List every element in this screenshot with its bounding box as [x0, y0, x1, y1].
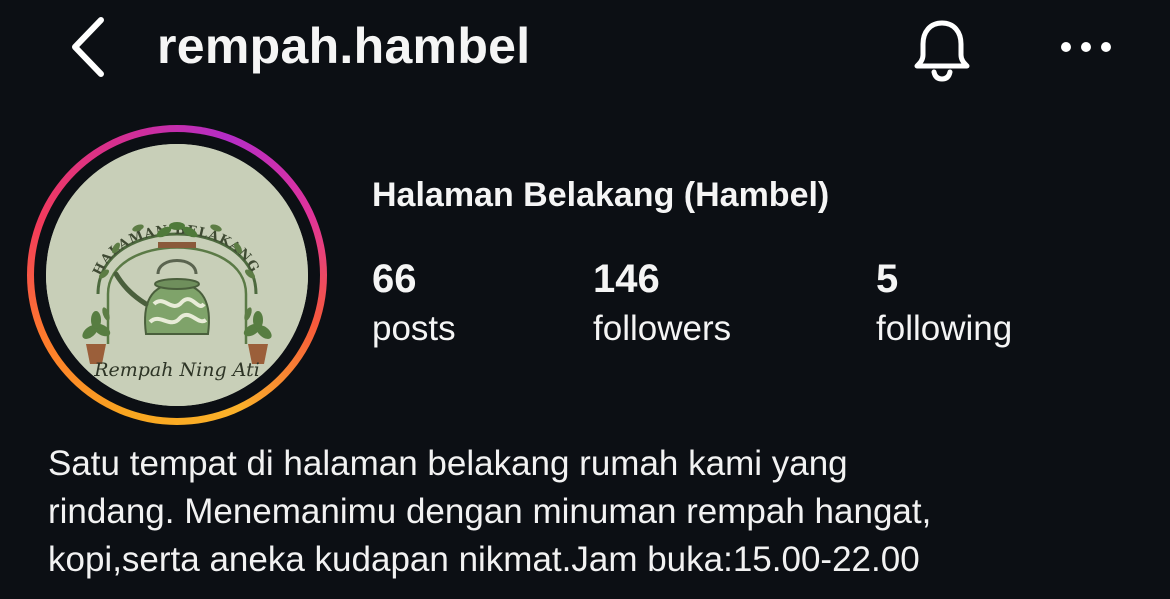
chevron-left-icon	[72, 17, 104, 77]
avatar-image: HALAMAN BELAKANG	[46, 144, 308, 406]
bio-line: kopi,serta aneka kudapan nikmat.Jam buka…	[48, 540, 920, 579]
following-label: following	[876, 309, 1013, 348]
following-count-stat[interactable]: 5 following	[876, 255, 1012, 353]
more-horizontal-icon	[1061, 42, 1111, 52]
followers-count-stat[interactable]: 146 followers	[593, 255, 731, 353]
posts-count: 66	[372, 257, 417, 301]
bio-line: rindang. Menemanimu dengan minuman rempa…	[48, 492, 932, 531]
profile-avatar[interactable]: HALAMAN BELAKANG	[27, 125, 327, 425]
profile-display-name: Halaman Belakang (Hambel)	[372, 176, 830, 214]
profile-bio: Satu tempat di halaman belakang rumah ka…	[48, 440, 1128, 584]
posts-count-stat[interactable]: 66 posts	[372, 255, 456, 353]
back-button[interactable]	[58, 12, 118, 82]
top-bar: rempah.hambel	[0, 0, 1170, 95]
bell-icon	[914, 20, 970, 82]
more-options-button[interactable]	[1058, 22, 1114, 72]
following-count: 5	[876, 257, 899, 301]
followers-label: followers	[593, 309, 732, 348]
notifications-button[interactable]	[906, 14, 978, 86]
bio-line: Satu tempat di halaman belakang rumah ka…	[48, 444, 848, 483]
posts-label: posts	[372, 309, 456, 348]
profile-username: rempah.hambel	[157, 18, 531, 74]
followers-count: 146	[593, 257, 660, 301]
avatar-script-text: Rempah Ning Ati	[93, 359, 260, 381]
